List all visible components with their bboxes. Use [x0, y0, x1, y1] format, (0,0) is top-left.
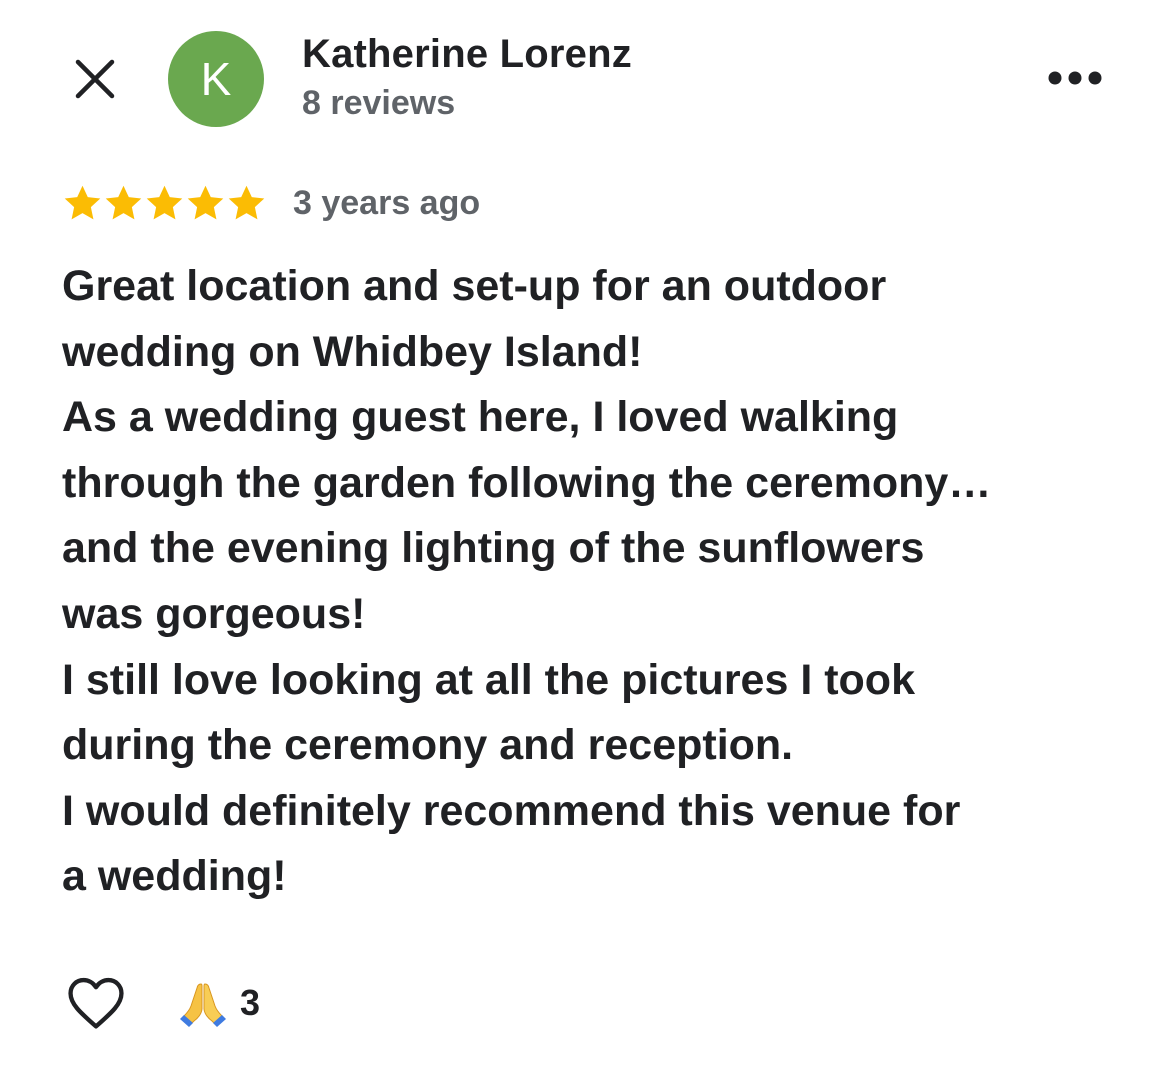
- heart-outline-icon: [68, 977, 124, 1029]
- review-text-line: wedding on Whidbey Island!: [62, 327, 643, 376]
- close-icon: [75, 59, 115, 99]
- reaction-badge[interactable]: 3: [178, 978, 260, 1028]
- like-button[interactable]: [60, 970, 132, 1036]
- review-text-line: I still love looking at all the pictures…: [62, 655, 915, 704]
- review-text-line: through the garden following the ceremon…: [62, 458, 992, 507]
- star-rating: [62, 183, 267, 224]
- review-text-line: I would definitely recommend this venue …: [62, 786, 961, 835]
- star-icon: [146, 185, 183, 219]
- review-text-line: and the evening lighting of the sunflowe…: [62, 524, 925, 573]
- star-icon: [228, 185, 265, 219]
- review-text-line: was gorgeous!: [62, 589, 366, 638]
- review-text-line: Great location and set-up for an outdoor: [62, 262, 887, 310]
- folded-hands-icon: [180, 983, 226, 1027]
- reaction-count: 3: [240, 982, 261, 1023]
- review-text: Great location and set-up for an outdoor…: [62, 254, 1142, 910]
- star-icon: [105, 185, 142, 219]
- star-icon: [64, 185, 101, 219]
- review-count[interactable]: 8 reviews: [302, 84, 455, 123]
- review-text-line: during the ceremony and reception.: [62, 721, 794, 770]
- more-options-button[interactable]: [1040, 58, 1110, 98]
- review-time: 3 years ago: [293, 183, 481, 222]
- review-text-line: As a wedding guest here, I loved walking: [62, 393, 899, 442]
- close-button[interactable]: [62, 46, 128, 112]
- avatar[interactable]: K: [168, 31, 264, 127]
- author-name[interactable]: Katherine Lorenz: [302, 32, 632, 77]
- review-text-line: a wedding!: [62, 852, 287, 901]
- star-icon: [187, 185, 224, 219]
- rating-row: 3 years ago: [62, 178, 480, 228]
- more-horizontal-icon: [1048, 71, 1102, 85]
- avatar-letter: K: [200, 53, 232, 105]
